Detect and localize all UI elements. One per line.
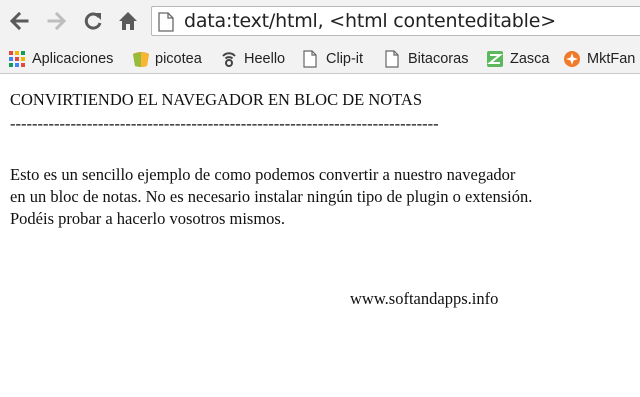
bookmarks-bar: Aplicaciones picotea Heello Clip-it Bita… [0, 42, 640, 74]
bookmark-label: Zasca [510, 51, 550, 67]
bookmark-picotea[interactable]: picotea [131, 49, 202, 69]
page-icon [302, 50, 320, 68]
bookmark-label: Bitacoras [408, 51, 469, 67]
signature-url: www.softandapps.info [350, 289, 499, 308]
document-paragraph: Esto es un sencillo ejemplo de como pode… [10, 164, 532, 230]
document-title: CONVIRTIENDO EL NAVEGADOR EN BLOC DE NOT… [10, 90, 423, 109]
bookmark-label: MktFan [587, 51, 636, 67]
back-arrow-icon [9, 11, 29, 31]
home-icon [119, 12, 137, 30]
bookmark-label: Clip-it [326, 51, 364, 67]
apps-grid-icon [8, 50, 26, 68]
back-button[interactable] [6, 8, 32, 34]
address-bar[interactable]: data:text/html, <html contenteditable> [151, 6, 640, 36]
forward-button[interactable] [44, 8, 70, 34]
bookmark-label: Aplicaciones [32, 51, 114, 67]
page-icon [384, 50, 402, 68]
bookmark-mktfan[interactable]: MktFan [563, 49, 635, 69]
home-button[interactable] [115, 8, 141, 34]
browser-toolbar: data:text/html, <html contenteditable> [0, 0, 640, 42]
bookmark-bitacoras[interactable]: Bitacoras [384, 49, 468, 69]
mktfan-icon [563, 50, 581, 68]
paragraph-line: Esto es un sencillo ejemplo de como pode… [10, 165, 516, 184]
dashed-divider: ----------------------------------------… [10, 114, 439, 133]
zasca-icon [486, 50, 504, 68]
page-icon [158, 12, 174, 32]
reload-icon [84, 12, 102, 30]
bookmark-label: Heello [244, 51, 286, 67]
paragraph-line: Podéis probar a hacerlo vosotros mismos. [10, 209, 285, 228]
forward-arrow-icon [47, 11, 67, 31]
bookmark-label: picotea [155, 51, 202, 67]
heello-icon [220, 50, 238, 68]
paragraph-line: en un bloc de notas. No es necesario ins… [10, 187, 533, 206]
address-text: data:text/html, <html contenteditable> [184, 10, 556, 32]
picotea-icon [131, 50, 149, 68]
bookmark-zasca[interactable]: Zasca [486, 49, 550, 69]
reload-button[interactable] [80, 8, 106, 34]
bookmark-clip-it[interactable]: Clip-it [302, 49, 363, 69]
bookmark-heello[interactable]: Heello [220, 49, 285, 69]
bookmark-aplicaciones[interactable]: Aplicaciones [8, 49, 113, 69]
